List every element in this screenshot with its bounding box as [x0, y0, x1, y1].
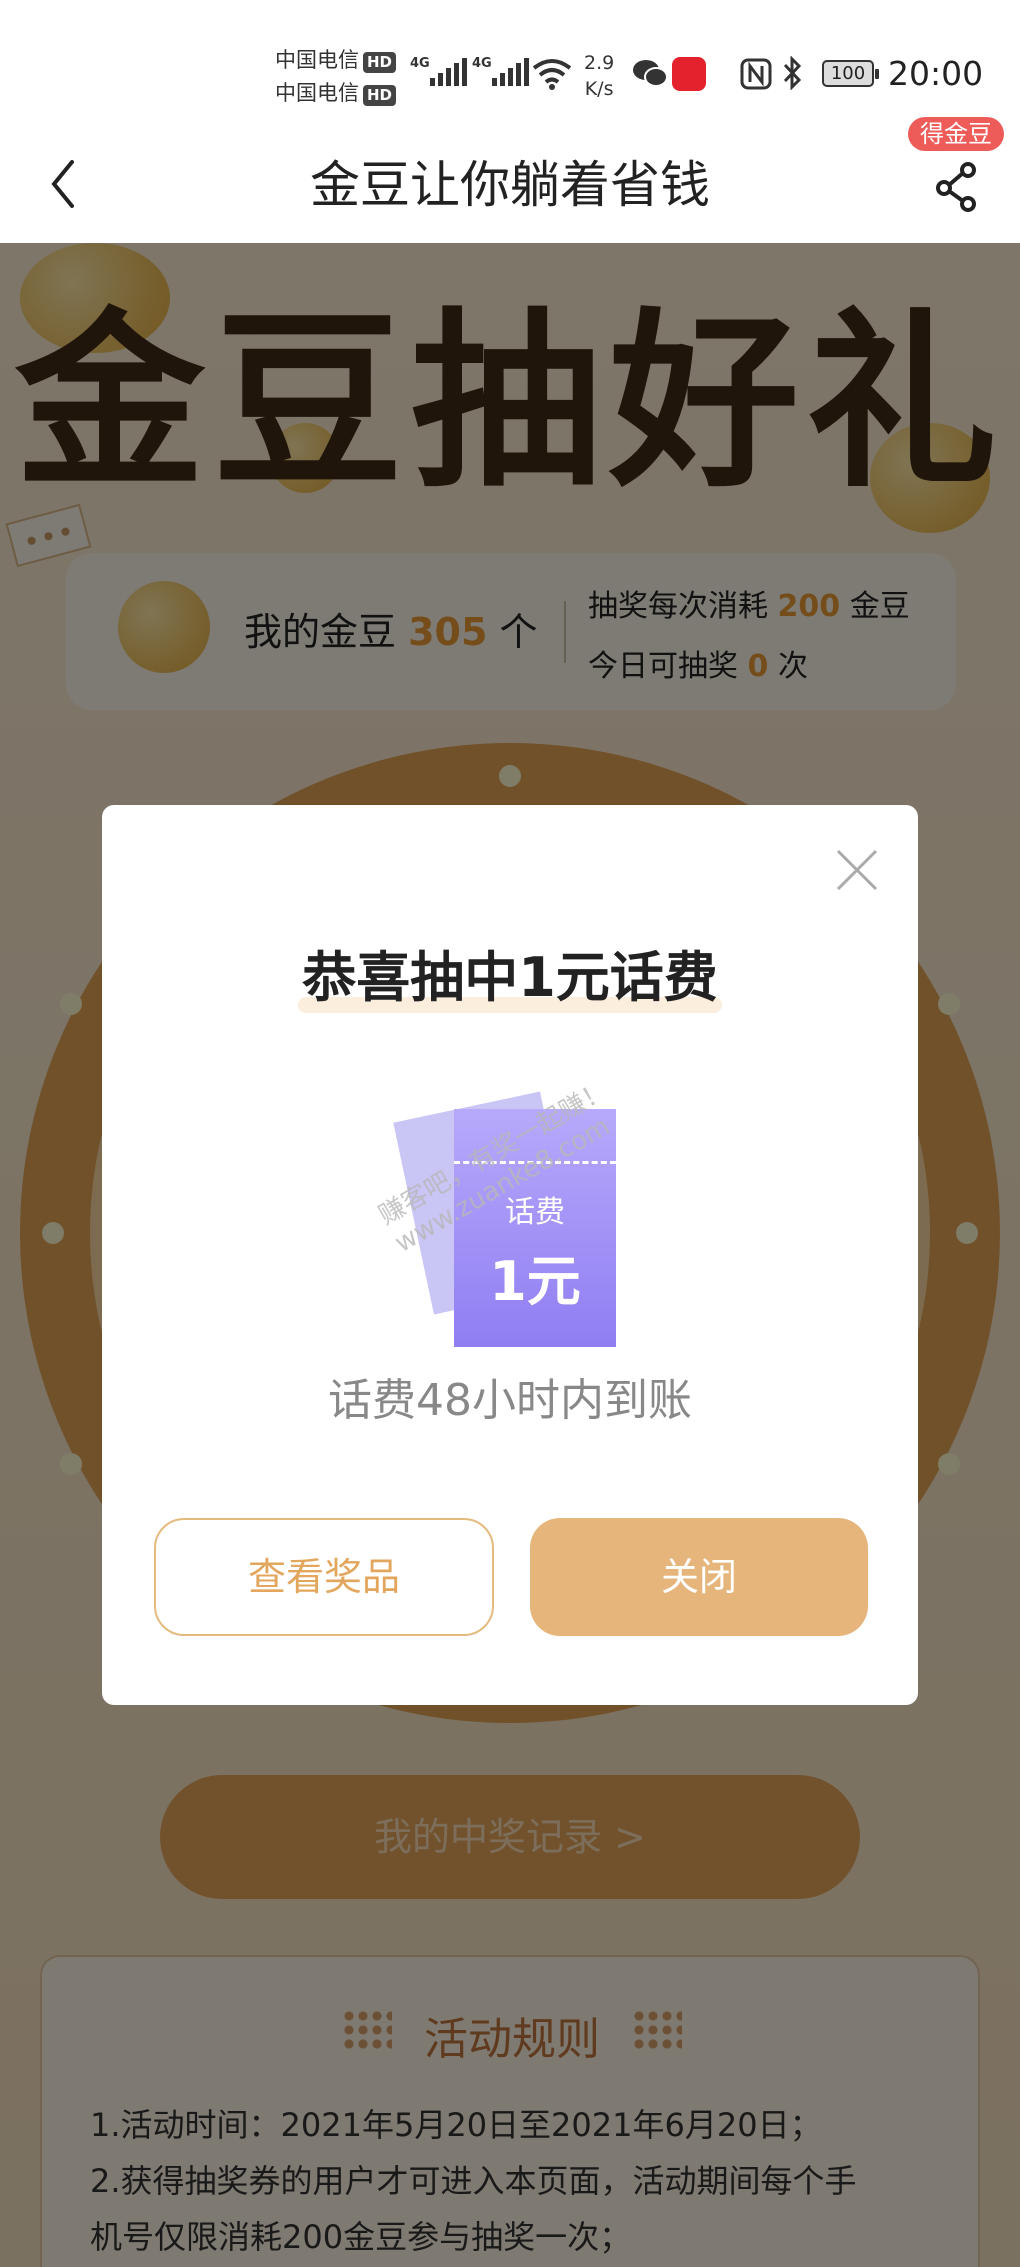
clock: 20:00 — [888, 54, 984, 93]
arrival-note: 话费48小时内到账 — [328, 1375, 692, 1426]
wifi-icon — [532, 59, 572, 90]
dialog-title: 恭喜抽中1元话费 — [302, 946, 718, 1009]
nfc-icon — [740, 58, 772, 90]
earn-beans-badge[interactable]: 得金豆 — [908, 117, 1004, 151]
speed-unit: K/s — [584, 78, 614, 100]
speed-value: 2.9 — [584, 52, 615, 74]
close-icon[interactable] — [832, 845, 882, 895]
signal-icon-2 — [492, 58, 529, 86]
carrier-2: 中国电信 — [275, 81, 359, 105]
hd-badge-2: HD — [363, 85, 397, 106]
view-prize-button[interactable]: 查看奖品 — [154, 1518, 494, 1636]
bluetooth-icon — [783, 56, 802, 90]
share-icon[interactable] — [934, 158, 980, 212]
app-notification-icon — [672, 57, 706, 91]
nav-bar: 金豆让你躺着省钱 — [0, 130, 1020, 243]
signal-icon — [430, 58, 467, 86]
prize-dialog: 恭喜抽中1元话费 话费 1元 赚客吧，有奖一起赚！ www.zuanke8.co… — [102, 805, 918, 1705]
network-type-1: 4G — [410, 56, 430, 71]
battery-icon: 100 — [822, 60, 879, 87]
page-title: 金豆让你躺着省钱 — [310, 156, 710, 214]
hd-badge-1: HD — [363, 52, 397, 73]
coupon-value: 1元 — [489, 1250, 581, 1313]
carrier-1: 中国电信 — [275, 48, 359, 72]
status-bar: 中国电信 HD 中国电信 HD 4G 4G 2.9 K/s 100 20:00 — [0, 0, 1020, 130]
carrier-info: 中国电信 HD 中国电信 HD — [275, 44, 397, 110]
close-button[interactable]: 关闭 — [530, 1518, 868, 1636]
wechat-icon — [633, 60, 668, 87]
network-speed: 2.9 K/s — [584, 50, 614, 102]
network-type-2: 4G — [472, 56, 492, 71]
